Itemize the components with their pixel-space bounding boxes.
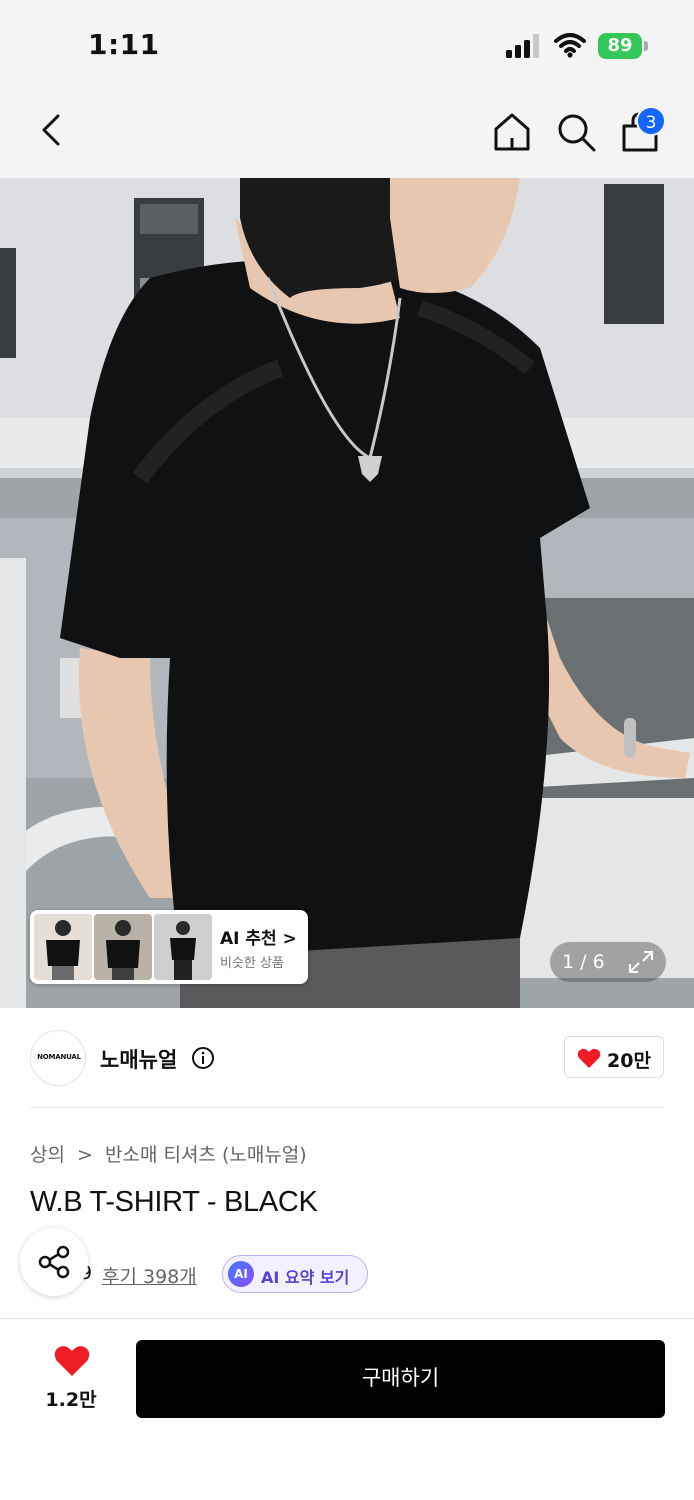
wifi-icon [554,33,586,58]
battery-tip [644,41,648,51]
expand-icon[interactable] [628,950,654,974]
review-count-link[interactable]: 후기 398개 [102,1262,197,1289]
ai-recommend-title: AI 추천 > [220,929,297,949]
ai-recommend-subtitle: 비슷한 상품 [220,956,284,971]
breadcrumb: 상의 > 반소매 티셔츠 (노매뉴얼) [30,1140,307,1167]
ai-recommend-card[interactable]: AI 추천 > 비슷한 상품 [30,910,308,984]
share-button[interactable] [20,1228,88,1296]
ai-summary-button[interactable]: AI AI 요약 보기 [222,1255,368,1293]
recommend-thumbnail[interactable] [154,914,212,980]
battery-level: 89 [598,33,642,59]
breadcrumb-subcategory[interactable]: 반소매 티셔츠 (노매뉴얼) [105,1144,307,1166]
search-icon[interactable] [554,110,598,154]
product-title: W.B T-SHIRT - BLACK [30,1186,318,1218]
product-photo [0,178,694,1008]
brand-like-button[interactable]: 20만 [564,1036,664,1078]
cellular-signal-icon [506,34,539,58]
status-time: 1:11 [88,28,160,61]
chevron-left-icon[interactable] [32,110,72,150]
divider [30,1107,664,1108]
buy-button[interactable]: 구매하기 [136,1340,665,1418]
wishlist-count: 1.2만 [45,1389,97,1411]
home-icon[interactable] [490,110,534,154]
brand-logo-text: NOMANUAL [37,1053,81,1061]
breadcrumb-separator: > [77,1144,93,1166]
brand-name[interactable]: 노매뉴얼 [100,1044,177,1074]
cart-count-badge: 3 [636,106,666,136]
wishlist-heart-icon[interactable] [54,1345,90,1377]
bottom-bar-divider [0,1318,694,1319]
product-image-carousel[interactable]: AI 추천 > 비슷한 상품 1 / 6 [0,178,694,1008]
recommend-thumbnail[interactable] [94,914,152,980]
recommend-thumbnail[interactable] [34,914,92,980]
status-bar: 1:11 89 [0,0,694,88]
top-nav-bar: 3 [0,88,694,178]
info-icon[interactable] [191,1046,215,1070]
image-counter-text: 1 / 6 [562,951,605,973]
battery-indicator: 89 [598,33,648,59]
heart-icon [577,1048,601,1068]
image-counter: 1 / 6 [550,942,666,982]
brand-logo[interactable]: NOMANUAL [30,1030,86,1086]
ai-badge-icon: AI [228,1261,254,1287]
brand-like-count: 20만 [607,1050,651,1072]
ai-summary-label: AI 요약 보기 [261,1268,350,1287]
breadcrumb-category[interactable]: 상의 [30,1144,65,1166]
share-icon [38,1245,70,1279]
